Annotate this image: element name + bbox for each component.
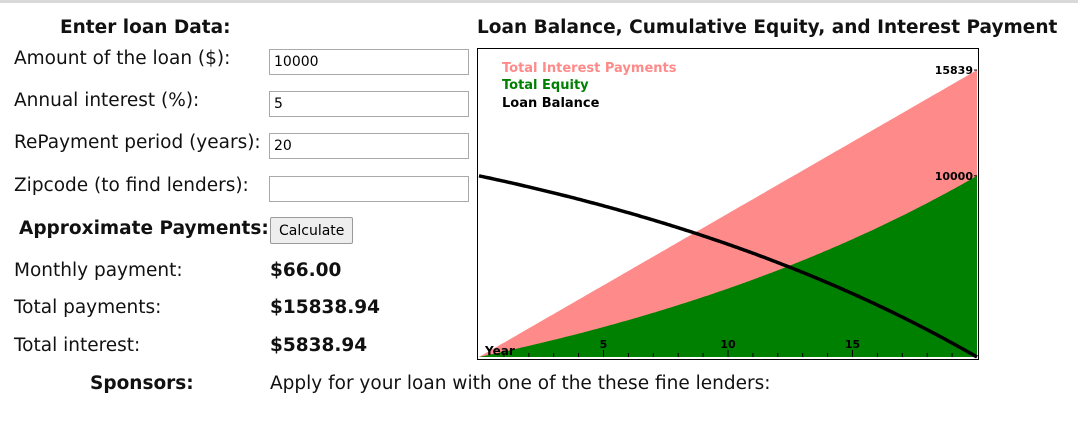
- sponsors-text: Apply for your loan with one of the thes…: [270, 373, 771, 394]
- calculate-button[interactable]: Calculate: [270, 217, 354, 244]
- x-tick-label: 15: [845, 338, 860, 351]
- zipcode-label: Zipcode (to find lenders):: [14, 175, 249, 196]
- annotation-label: 15839: [935, 64, 973, 77]
- loan-chart: Year 5 10 15 15839 10000 Total Interest Paymen…: [477, 48, 979, 360]
- x-axis-label: Year: [484, 344, 515, 358]
- repayment-period-input[interactable]: [269, 133, 469, 159]
- monthly-payment-label: Monthly payment:: [14, 260, 183, 281]
- repayment-period-label: RePayment period (years):: [14, 132, 261, 153]
- form-heading: Enter loan Data:: [60, 17, 231, 38]
- legend-item: Total Interest Payments: [502, 61, 677, 76]
- total-payments-label: Total payments:: [14, 297, 162, 318]
- loan-amount-input[interactable]: [269, 49, 469, 75]
- approximate-payments-heading: Approximate Payments:: [19, 218, 269, 239]
- annual-interest-input[interactable]: [269, 91, 469, 117]
- top-divider: [0, 0, 1078, 3]
- total-interest-label: Total interest:: [14, 335, 141, 356]
- chart-title: Loan Balance, Cumulative Equity, and Int…: [477, 17, 1058, 38]
- x-tick-label: 10: [720, 338, 736, 351]
- annual-interest-label: Annual interest (%):: [14, 90, 200, 111]
- x-tick-label: 5: [600, 338, 608, 351]
- monthly-payment-value: $66.00: [270, 260, 342, 281]
- legend-item: Loan Balance: [502, 96, 600, 111]
- total-interest-value: $5838.94: [270, 335, 368, 356]
- total-payments-value: $15838.94: [270, 297, 381, 318]
- sponsors-label: Sponsors:: [90, 373, 194, 394]
- loan-amount-label: Amount of the loan ($):: [14, 48, 231, 69]
- zipcode-input[interactable]: [269, 176, 469, 202]
- legend-item: Total Equity: [502, 78, 589, 93]
- annotation-label: 10000: [935, 170, 974, 183]
